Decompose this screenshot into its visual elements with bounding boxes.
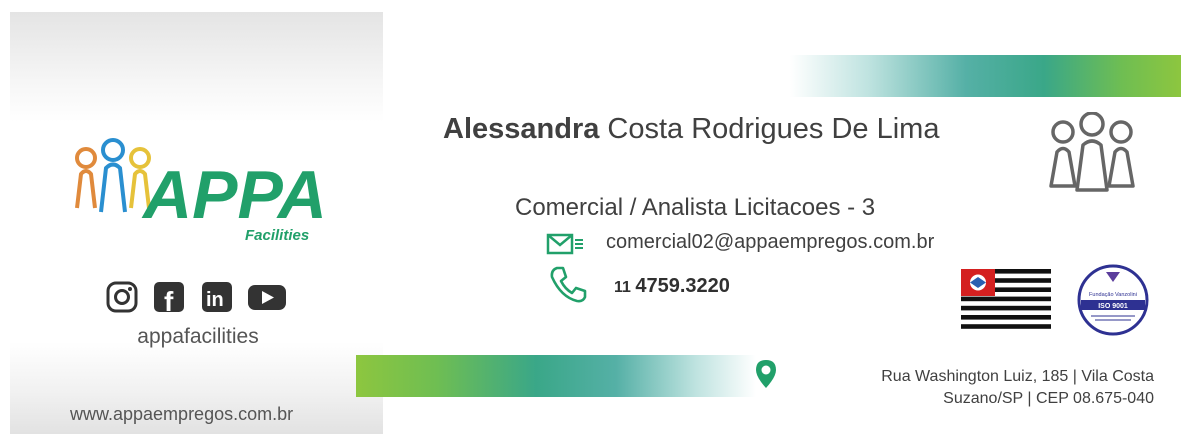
iso-9001-badge-icon: Fundação Vanzolini ISO 9001: [1077, 264, 1149, 336]
email-link[interactable]: comercial02@appaempregos.com.br: [606, 231, 934, 254]
logo-text: APPA: [141, 157, 323, 233]
instagram-icon[interactable]: [106, 281, 138, 313]
first-name: Alessandra: [443, 113, 600, 145]
phone-icon: [550, 266, 587, 303]
phone-digits: 4759.3220: [635, 275, 730, 297]
social-handle[interactable]: appafacilities: [120, 325, 276, 349]
social-icons: f in: [106, 281, 286, 313]
sao-paulo-flag-icon: [961, 269, 1051, 329]
youtube-icon[interactable]: [248, 285, 286, 310]
people-group-icon: [1049, 112, 1135, 192]
facebook-icon[interactable]: f: [154, 282, 184, 313]
svg-text:in: in: [206, 289, 224, 311]
address: Rua Washington Luiz, 185 | Vila Costa Su…: [881, 366, 1154, 410]
iso-org: Fundação Vanzolini: [1089, 292, 1137, 298]
address-line-1: Rua Washington Luiz, 185 | Vila Costa: [881, 368, 1154, 385]
contact-name: Alessandra Costa Rodrigues De Lima: [443, 113, 939, 146]
job-role: Comercial / Analista Licitacoes - 3: [515, 194, 876, 221]
linkedin-icon[interactable]: in: [202, 282, 232, 312]
gradient-bar-bottom: [356, 355, 756, 397]
iso-label: ISO 9001: [1098, 303, 1128, 310]
last-name: Costa Rodrigues De Lima: [607, 113, 940, 145]
gradient-bar-top: [790, 55, 1181, 97]
svg-text:f: f: [164, 286, 174, 313]
phone-area-code: 11: [614, 279, 631, 296]
website-link[interactable]: www.appaempregos.com.br: [70, 404, 330, 425]
logo-subtext: Facilities: [245, 227, 309, 244]
appa-facilities-logo: APPA Facilities: [75, 138, 323, 244]
phone-number[interactable]: 11 4759.3220: [614, 275, 730, 298]
email-icon: [546, 233, 583, 255]
location-pin-icon: [756, 360, 776, 388]
address-line-2: Suzano/SP | CEP 08.675-040: [943, 390, 1154, 407]
